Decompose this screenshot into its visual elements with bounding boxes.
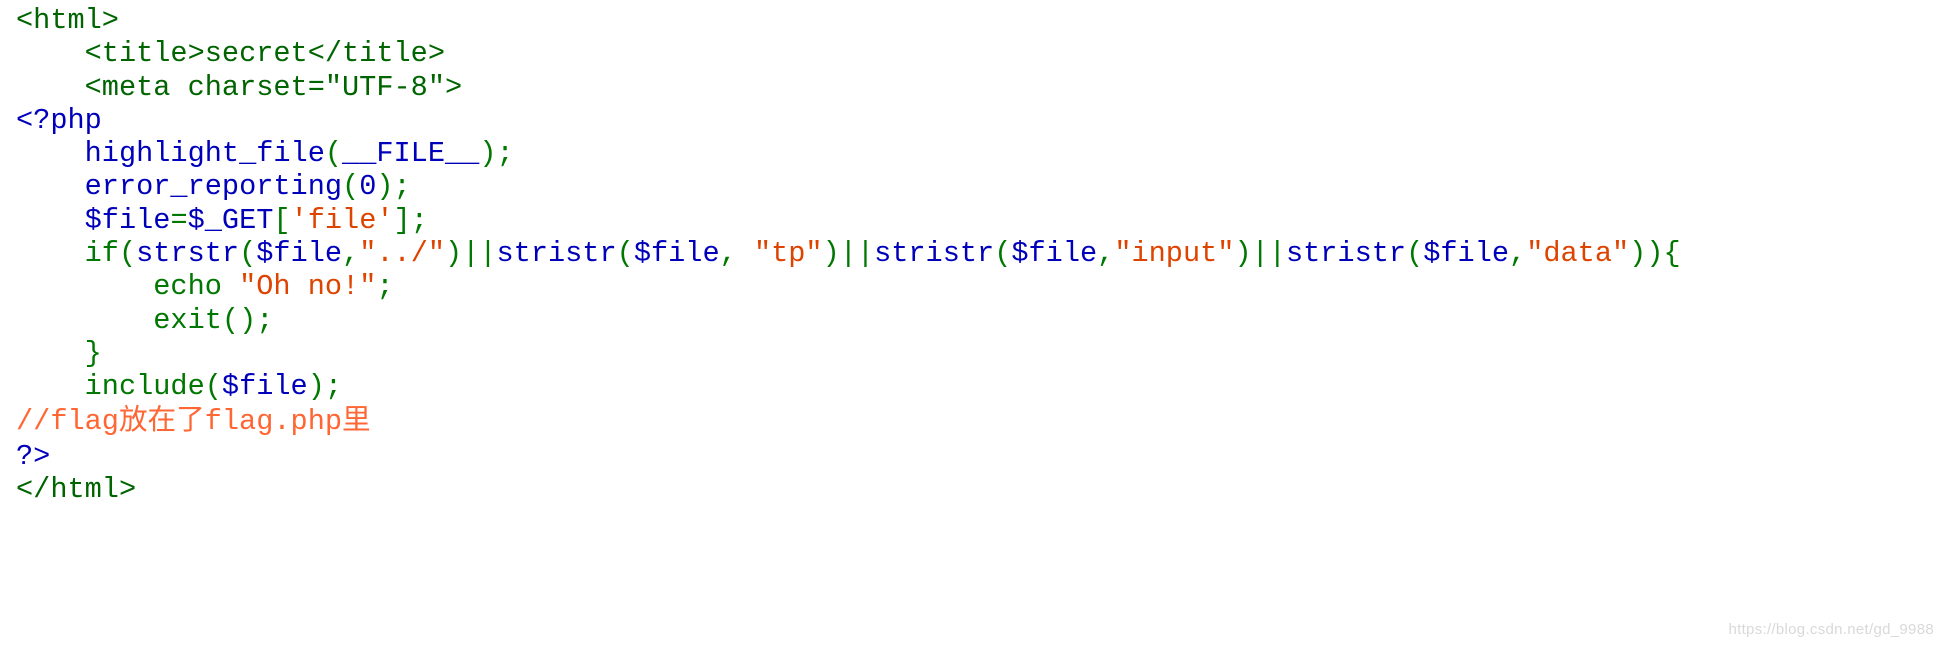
code-token-default: exit(); <box>16 303 274 337</box>
code-token-default: ); <box>376 170 411 204</box>
code-token-keyword: $file <box>221 370 308 404</box>
code-line: $file=$_GET['file']; <box>16 204 1681 237</box>
code-token-default: if( <box>16 237 137 271</box>
code-token-default: } <box>16 336 102 370</box>
code-token-html: <html> <box>16 4 119 37</box>
code-token-default: ]; <box>393 203 428 237</box>
code-token-default: = <box>170 203 188 237</box>
code-token-default: ); <box>479 137 514 171</box>
code-line: ?> <box>16 440 1681 473</box>
code-token-default: )|| <box>822 237 875 271</box>
code-token-default: ); <box>307 370 343 404</box>
code-line: exit(); <box>16 304 1681 337</box>
code-token-keyword: $file <box>1011 237 1098 271</box>
code-token-default: , <box>719 237 754 271</box>
code-token-keyword: <?php <box>16 103 102 137</box>
code-line: //flag放在了flag.php里 <box>16 404 1681 440</box>
code-token-default: ( <box>239 237 257 271</box>
code-token-default: , <box>1097 237 1115 271</box>
code-line: <title>secret</title> <box>16 37 1681 70</box>
code-line: } <box>16 337 1681 370</box>
code-token-keyword: stristr <box>874 237 995 271</box>
code-token-keyword: error_reporting <box>16 170 343 204</box>
code-token-default: ( <box>1406 237 1424 271</box>
code-line: <?php <box>16 104 1681 137</box>
code-token-string: "data" <box>1526 237 1630 271</box>
code-token-default: )){ <box>1629 237 1681 271</box>
code-line: error_reporting(0); <box>16 170 1681 203</box>
code-line: echo "Oh no!"; <box>16 270 1681 303</box>
code-token-keyword: __FILE__ <box>342 137 480 171</box>
code-token-keyword: $file <box>16 203 171 237</box>
code-line: highlight_file(__FILE__); <box>16 137 1681 170</box>
code-token-keyword: stristr <box>496 237 617 271</box>
code-token-default: ; <box>376 270 394 304</box>
csdn-watermark: https://blog.csdn.net/gd_9988 <box>1728 621 1934 638</box>
php-source-code-block: <html> <title>secret</title> <meta chars… <box>16 4 1681 506</box>
code-token-keyword: highlight_file <box>16 137 325 171</box>
code-token-default: echo <box>16 270 240 304</box>
code-token-string: "tp" <box>753 237 823 271</box>
code-token-keyword: $_GET <box>187 203 274 237</box>
code-token-default: , <box>1509 237 1527 271</box>
code-token-string: 'file' <box>290 203 394 237</box>
code-token-default: include( <box>16 370 222 404</box>
code-token-keyword: strstr <box>136 237 240 271</box>
code-token-string: "input" <box>1114 237 1235 271</box>
code-token-comment: //flag放在了flag.php里 <box>16 404 371 438</box>
code-token-default: ( <box>342 170 360 204</box>
code-token-html: </html> <box>16 472 137 506</box>
code-token-html: <title>secret</title> <box>16 37 445 71</box>
code-token-default: )|| <box>1234 237 1286 271</box>
code-token-keyword: ?> <box>16 439 51 473</box>
code-line: if(strstr($file,"../")||stristr($file, "… <box>16 237 1681 270</box>
code-token-keyword: stristr <box>1285 237 1407 271</box>
code-token-default: ( <box>324 137 343 171</box>
code-line: include($file); <box>16 370 1681 403</box>
code-token-html: <meta charset="UTF-8"> <box>16 70 463 104</box>
code-line: <meta charset="UTF-8"> <box>16 71 1681 104</box>
code-line: <html> <box>16 4 1681 37</box>
code-token-string: "../" <box>359 237 446 271</box>
code-token-keyword: $file <box>633 237 720 271</box>
code-line: </html> <box>16 473 1681 506</box>
code-token-default: ( <box>994 237 1012 271</box>
code-token-default: )|| <box>445 237 497 271</box>
code-token-default: [ <box>273 203 291 237</box>
code-token-default: , <box>342 237 360 271</box>
code-token-string: "Oh no!" <box>239 270 377 304</box>
code-token-keyword: 0 <box>359 170 377 204</box>
code-token-default: ( <box>616 237 634 271</box>
code-token-keyword: $file <box>1423 237 1510 271</box>
code-token-keyword: $file <box>256 237 343 271</box>
